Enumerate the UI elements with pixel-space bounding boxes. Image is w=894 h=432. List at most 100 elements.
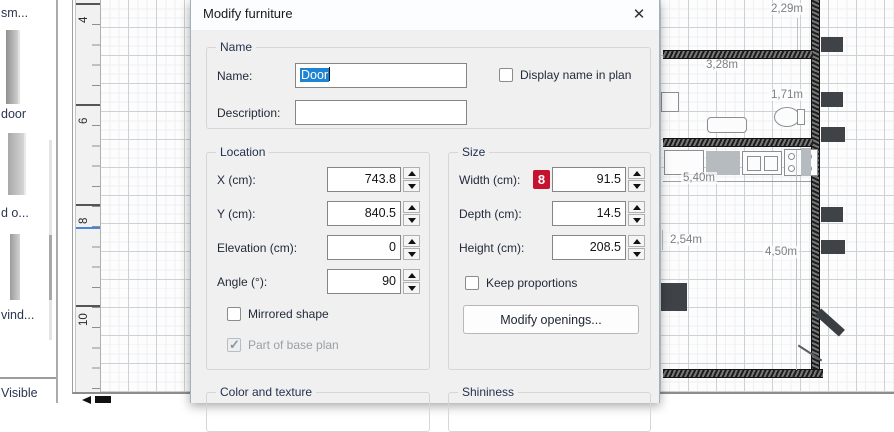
- catalog-item-door-image[interactable]: [6, 30, 18, 104]
- radiator: [821, 92, 843, 107]
- dimension-label: 1,71m: [769, 89, 805, 101]
- dimension-line: [796, 150, 797, 370]
- spin-up-button[interactable]: [403, 235, 420, 247]
- spin-down-button[interactable]: [628, 180, 645, 192]
- modify-furniture-dialog: Modify furniture ✕ Name Name: Door Displ…: [190, 0, 660, 403]
- spin-up-button[interactable]: [403, 269, 420, 281]
- checkbox-label: Keep proportions: [486, 276, 577, 290]
- arrow-down-icon: [408, 184, 416, 189]
- arrow-up-icon: [408, 171, 416, 176]
- checkbox-box-checked: [227, 338, 241, 352]
- arrow-down-icon: [633, 252, 641, 257]
- arrow-down-icon: [408, 218, 416, 223]
- arrow-down-icon: [633, 184, 641, 189]
- cabinet: [661, 283, 687, 311]
- spin-down-button[interactable]: [403, 248, 420, 260]
- angle-spinner: [403, 269, 420, 294]
- checkbox-label: Mirrored shape: [248, 307, 329, 321]
- dimension-line: [797, 18, 798, 50]
- x-input[interactable]: 743.8: [327, 167, 401, 192]
- kitchen-sink: [742, 151, 782, 175]
- dialog-titlebar[interactable]: Modify furniture ✕: [191, 0, 659, 30]
- catalog-scrollbar-thumb[interactable]: [49, 235, 52, 300]
- name-input[interactable]: Door: [295, 63, 467, 88]
- location-group-caption: Location: [216, 145, 269, 159]
- catalog-item-label[interactable]: d o...: [1, 206, 29, 220]
- arrow-up-icon: [408, 239, 416, 244]
- catalog-item-window-image[interactable]: [10, 234, 20, 300]
- scrollbar-thumb[interactable]: [95, 396, 111, 403]
- description-label: Description:: [217, 106, 280, 120]
- spin-down-button[interactable]: [628, 248, 645, 260]
- ruler-major-tick: [76, 3, 100, 5]
- dimension-line: [662, 230, 663, 250]
- height-input[interactable]: 208.5: [552, 235, 626, 260]
- radiator: [821, 240, 845, 254]
- ruler-tick-label: 8: [78, 208, 94, 224]
- color-and-texture-group: Color and texture: [206, 392, 430, 432]
- dimension-label: 2,54m: [668, 234, 704, 246]
- annotation-step-badge: 8: [533, 170, 550, 189]
- name-group-caption: Name: [216, 40, 256, 54]
- catalog-item-label[interactable]: door: [1, 107, 26, 121]
- ruler-tick-label: 6: [78, 108, 94, 124]
- furniture-catalog-panel[interactable]: sm... door d o... vind... Visible: [0, 0, 58, 403]
- depth-spinner: [628, 201, 645, 226]
- dialog-body: Name Name: Door Display name in plan Des…: [191, 30, 659, 403]
- y-input[interactable]: 840.5: [327, 201, 401, 226]
- ruler-major-tick: [76, 305, 100, 307]
- angle-input[interactable]: 90: [327, 269, 401, 294]
- arrow-up-icon: [408, 273, 416, 278]
- ruler-tick-label: 10: [78, 310, 94, 326]
- spin-down-button[interactable]: [403, 214, 420, 226]
- spin-up-button[interactable]: [403, 201, 420, 213]
- spin-down-button[interactable]: [628, 214, 645, 226]
- spin-up-button[interactable]: [628, 201, 645, 213]
- ruler-minor-ticks: [92, 4, 100, 394]
- catalog-scrollbar[interactable]: [49, 140, 52, 340]
- x-spinner: [403, 167, 420, 192]
- furniture-list-header: Visible: [0, 377, 56, 403]
- description-input[interactable]: [295, 100, 467, 125]
- radiator: [821, 207, 843, 222]
- x-label: X (cm):: [217, 173, 256, 187]
- arrow-up-icon: [408, 205, 416, 210]
- modify-openings-button[interactable]: Modify openings...: [463, 305, 639, 334]
- color-group-caption: Color and texture: [216, 385, 316, 399]
- wall: [663, 369, 823, 378]
- dimension-label: 3,28m: [704, 59, 740, 71]
- depth-label: Depth (cm):: [459, 207, 522, 221]
- washbasin: [707, 117, 747, 133]
- y-spinner: [403, 201, 420, 226]
- vertical-ruler: 4 6 8 10: [75, 0, 101, 394]
- width-label: Width (cm):: [459, 173, 520, 187]
- ruler-major-tick: [76, 204, 100, 206]
- checkbox-label: Part of base plan: [248, 338, 339, 352]
- arrow-down-icon: [408, 286, 416, 291]
- ruler-cursor-indicator: [76, 227, 100, 229]
- close-icon[interactable]: ✕: [627, 3, 651, 27]
- spin-up-button[interactable]: [403, 167, 420, 179]
- width-spinner: [628, 167, 645, 192]
- shininess-group-caption: Shininess: [458, 385, 518, 399]
- height-spinner: [628, 235, 645, 260]
- checkbox-box[interactable]: [499, 68, 513, 82]
- spin-up-button[interactable]: [628, 235, 645, 247]
- visible-column-header[interactable]: Visible: [1, 386, 38, 400]
- catalog-item-label[interactable]: vind...: [1, 308, 34, 322]
- depth-input[interactable]: 14.5: [552, 201, 626, 226]
- size-group: Size Width (cm): 8 91.5 Depth (cm): 14.5…: [448, 152, 651, 370]
- width-input[interactable]: 91.5: [552, 167, 626, 192]
- arrow-up-icon: [633, 171, 641, 176]
- spin-down-button[interactable]: [403, 282, 420, 294]
- spin-up-button[interactable]: [628, 167, 645, 179]
- elevation-input[interactable]: 0: [327, 235, 401, 260]
- catalog-item-door-image[interactable]: [8, 133, 24, 195]
- spin-down-button[interactable]: [403, 180, 420, 192]
- catalog-item-label[interactable]: sm...: [1, 6, 28, 20]
- checkbox-box[interactable]: [465, 276, 479, 290]
- checkbox-box[interactable]: [227, 307, 241, 321]
- height-label: Height (cm):: [459, 241, 524, 255]
- arrow-down-icon: [633, 218, 641, 223]
- radiator: [821, 37, 843, 52]
